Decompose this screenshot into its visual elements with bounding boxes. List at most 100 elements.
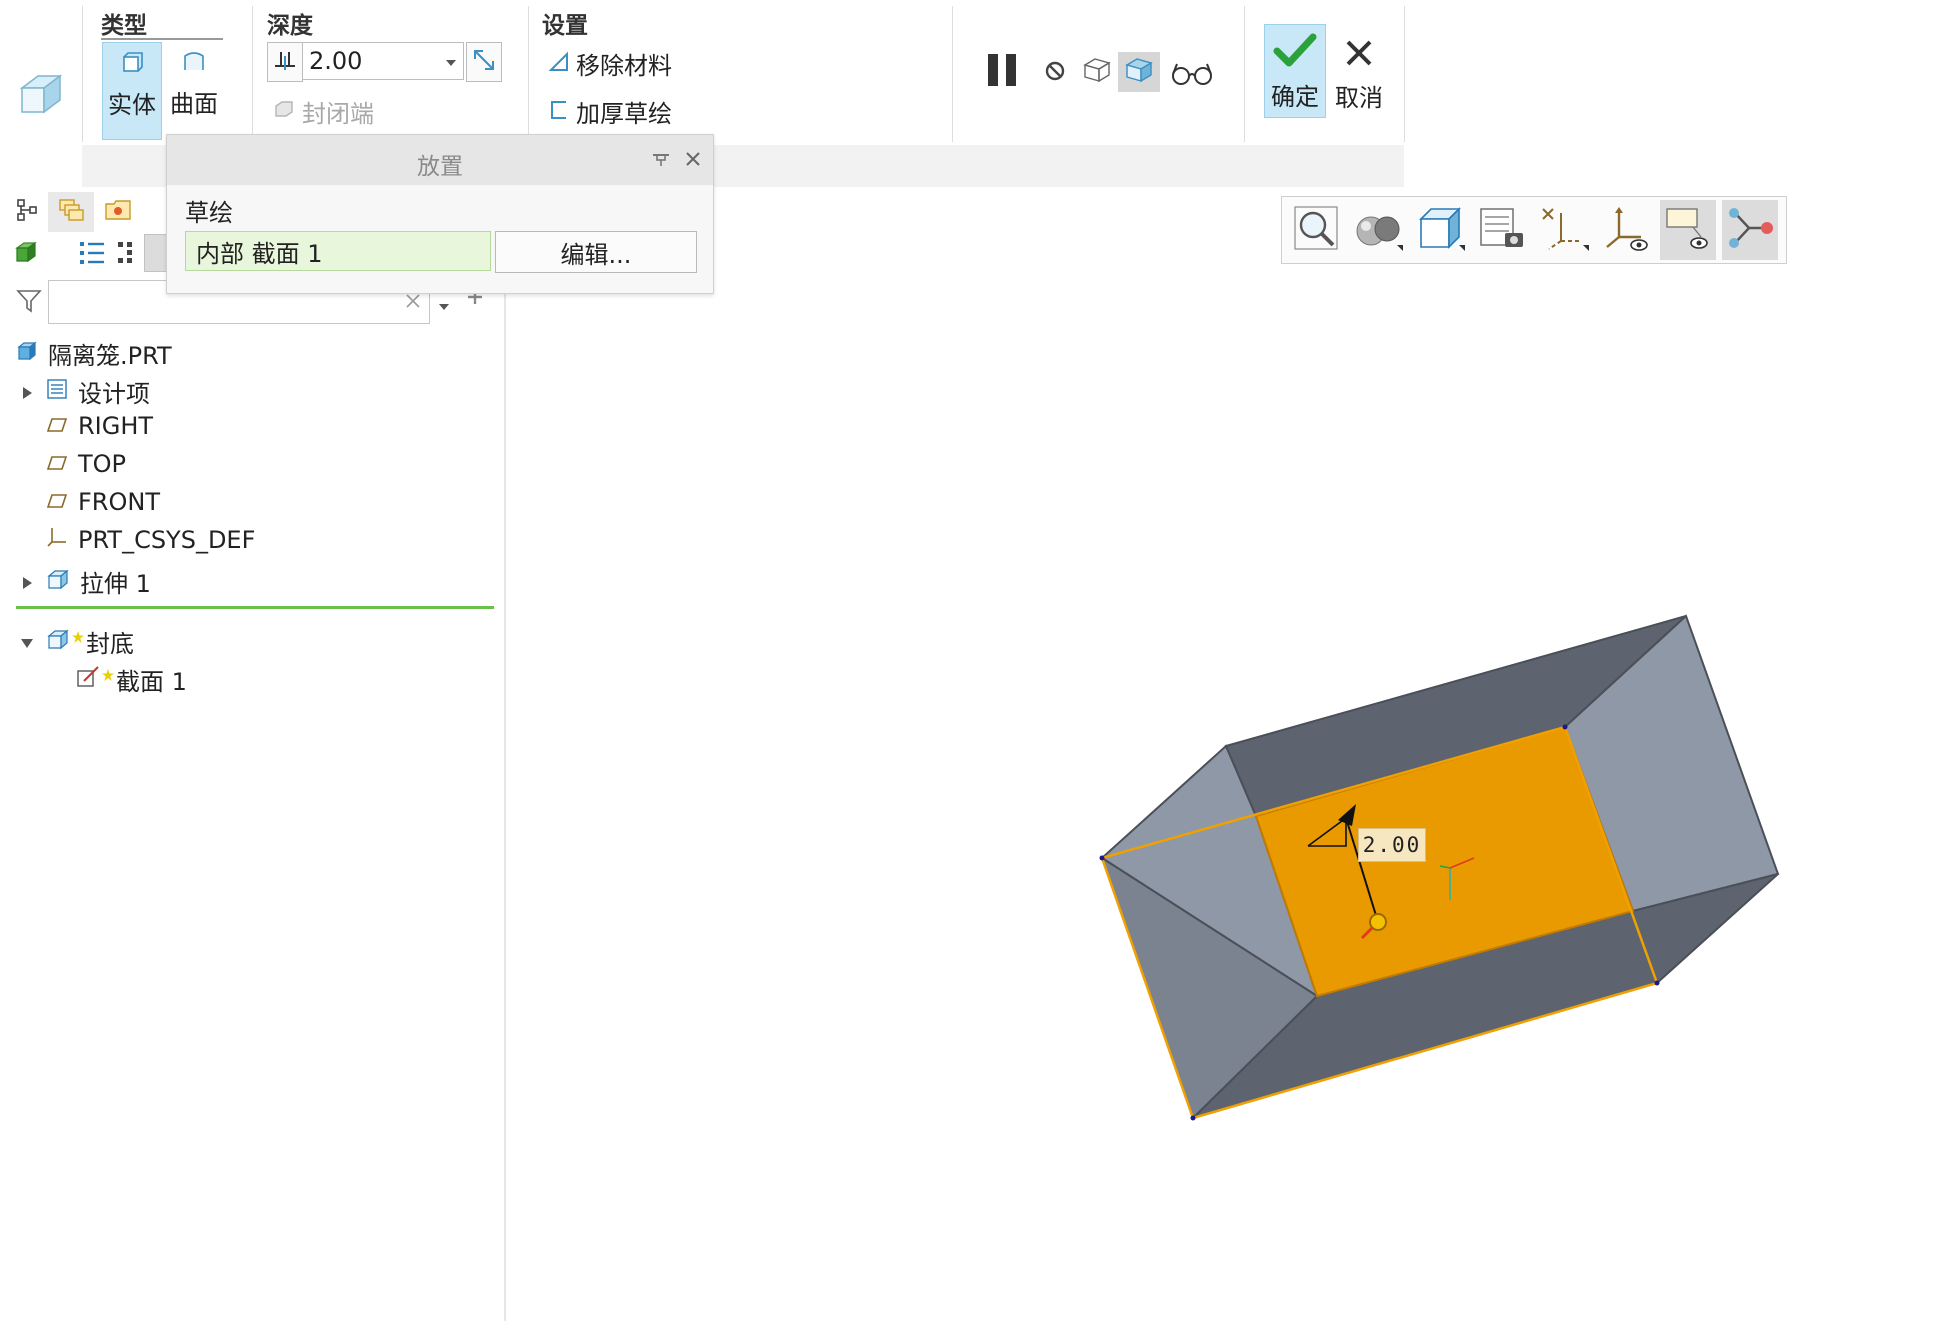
show-filter-icon[interactable] (116, 240, 136, 270)
capped-ends-label: 封闭端 (302, 100, 374, 128)
collapse-arrow-icon[interactable] (20, 628, 34, 656)
ribbon-separator (952, 6, 953, 142)
shading-style-icon (1353, 205, 1403, 255)
tree-item-right-plane[interactable]: RIGHT (46, 412, 153, 440)
sketch-collector[interactable]: 内部 截面 1 (185, 231, 491, 271)
confirm-button[interactable]: 确定 (1264, 24, 1326, 118)
datum-display-icon (1539, 205, 1589, 255)
annotation-display-icon (1663, 205, 1713, 255)
csys-display-button[interactable] (1598, 200, 1654, 260)
clear-search-icon[interactable] (405, 293, 421, 313)
type-group-underline (101, 38, 223, 40)
folder-icon (104, 198, 132, 226)
tree-item-csys[interactable]: PRT_CSYS_DEF (46, 526, 255, 554)
view-manager-button[interactable] (1474, 200, 1530, 260)
tree-item-label: 拉伸 1 (80, 570, 151, 598)
feature-preview-icon (1123, 55, 1155, 89)
solid-label: 实体 (108, 91, 156, 119)
extrude-icon (46, 628, 70, 656)
extrude-icon (46, 568, 70, 596)
no-preview-button[interactable] (1042, 58, 1068, 84)
csys-display-icon (1601, 205, 1651, 255)
close-icon[interactable] (685, 151, 701, 171)
surface-label: 曲面 (170, 90, 218, 118)
insert-indicator-line[interactable] (16, 606, 494, 609)
remove-material-toggle[interactable]: 移除材料 (548, 46, 672, 81)
coordinate-system-icon (46, 526, 68, 554)
spin-center-button[interactable] (1722, 200, 1778, 260)
edit-sketch-button[interactable]: 编辑... (495, 231, 697, 273)
blind-depth-icon (272, 48, 298, 76)
edit-sketch-label: 编辑... (560, 240, 632, 269)
layers-tab[interactable] (48, 192, 94, 232)
tree-item-label: 隔离笼.PRT (48, 342, 172, 370)
tree-item-cap-bottom[interactable]: 封底 (20, 624, 134, 659)
tree-settings-icon[interactable] (78, 240, 106, 270)
tree-item-extrude-1[interactable]: 拉伸 1 (20, 564, 151, 599)
vertex-dot (1562, 724, 1568, 730)
datum-plane-icon (46, 450, 68, 478)
tree-item-label: 封底 (86, 630, 134, 658)
feature-preview-button[interactable] (1118, 52, 1160, 92)
placement-panel-header: 放置 (167, 135, 713, 185)
depth-drag-handle (1369, 913, 1387, 931)
solid-icon (120, 51, 144, 81)
model-canvas[interactable] (506, 188, 1934, 1321)
expand-arrow-icon[interactable] (20, 568, 34, 596)
verify-mode-button[interactable] (1170, 58, 1214, 88)
datum-plane-icon (46, 412, 68, 440)
pin-icon[interactable] (651, 151, 671, 171)
new-feature-star-icon (72, 621, 84, 649)
wireframe-preview-icon (1081, 55, 1113, 89)
tree-item-label: FRONT (78, 488, 160, 516)
tree-item-label: 设计项 (78, 380, 150, 408)
depth-value-text: 2.00 (309, 47, 363, 75)
annotation-display-button[interactable] (1660, 200, 1716, 260)
surface-type-button[interactable]: 曲面 (164, 42, 224, 140)
vertex-dot (1190, 1115, 1196, 1121)
folder-browser-tab[interactable] (98, 192, 138, 232)
no-preview-icon (1042, 58, 1068, 88)
search-dropdown-icon[interactable] (438, 296, 450, 315)
zoom-fit-icon (1293, 205, 1339, 255)
graphics-viewport[interactable]: 2.00 (506, 188, 1934, 1321)
ribbon-separator (252, 6, 253, 142)
thicken-sketch-label: 加厚草绘 (576, 100, 672, 128)
remove-material-label: 移除材料 (576, 52, 672, 80)
cancel-label: 取消 (1335, 84, 1383, 112)
geometry-preview-button[interactable] (1078, 52, 1116, 92)
flip-direction-button[interactable] (466, 42, 502, 82)
thicken-sketch-toggle[interactable]: 加厚草绘 (548, 94, 672, 129)
dropdown-arrow-icon[interactable] (445, 52, 457, 71)
tree-item-section-1[interactable]: 截面 1 (76, 662, 187, 697)
capped-ends-option: 封闭端 (272, 94, 374, 129)
part-display-icon[interactable] (14, 240, 38, 268)
extrude-feature-icon (16, 70, 66, 124)
model-tree-tab[interactable] (10, 194, 44, 230)
expand-arrow-icon[interactable] (20, 378, 34, 406)
ribbon-separator (528, 6, 529, 142)
tree-item-top-plane[interactable]: TOP (46, 450, 126, 478)
tree-item-front-plane[interactable]: FRONT (46, 488, 160, 516)
depth-group-title: 深度 (267, 13, 313, 39)
pause-button[interactable] (982, 52, 1022, 92)
remove-material-icon (548, 51, 570, 77)
depth-value-input[interactable]: 2.00 (302, 42, 464, 80)
depth-option-button[interactable] (267, 42, 303, 82)
tree-item-label: TOP (78, 450, 127, 478)
type-group-title: 类型 (101, 13, 147, 39)
sketch-collector-value: 内部 截面 1 (196, 239, 323, 268)
saved-orientations-button[interactable] (1412, 200, 1468, 260)
tree-item-part[interactable]: 隔离笼.PRT (16, 336, 172, 371)
tree-item-label: RIGHT (78, 412, 154, 440)
tree-item-design-items[interactable]: 设计项 (20, 374, 150, 409)
solid-type-button[interactable]: 实体 (102, 42, 162, 140)
part-icon (16, 340, 38, 368)
flip-direction-icon (471, 47, 497, 77)
depth-dimension-label[interactable]: 2.00 (1358, 828, 1426, 862)
new-feature-star-icon (102, 659, 114, 687)
datum-display-button[interactable] (1536, 200, 1592, 260)
cancel-button[interactable]: 取消 (1328, 24, 1390, 118)
refit-button[interactable] (1288, 200, 1344, 260)
display-style-button[interactable] (1350, 200, 1406, 260)
